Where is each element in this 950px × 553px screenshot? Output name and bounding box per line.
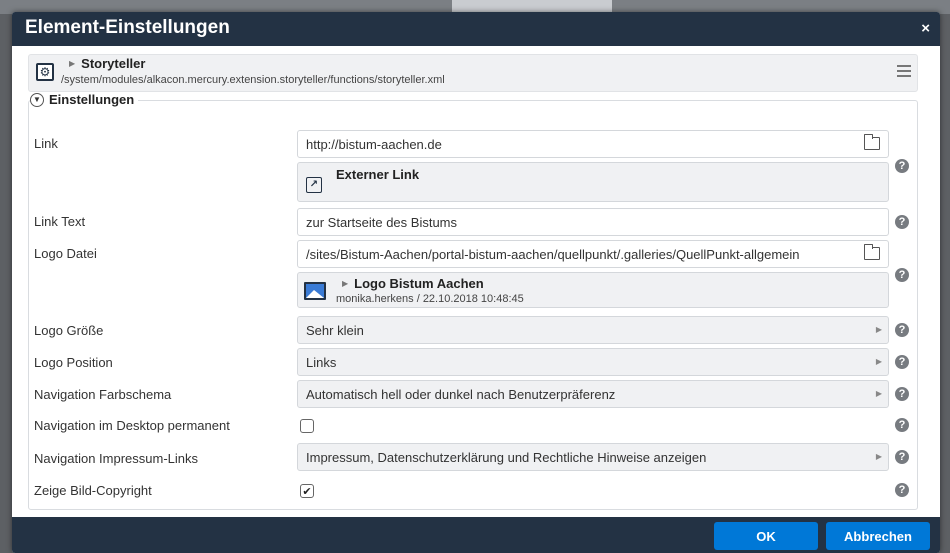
expand-triangle-icon: ▶: [342, 279, 349, 288]
logo-preview-title-text: Logo Bistum Aachen: [354, 276, 484, 291]
logo-position-select[interactable]: Links ▶: [297, 348, 889, 376]
nav-impressum-value: Impressum, Datenschutzerklärung und Rech…: [306, 450, 707, 465]
resource-info: ⚙ ▶ Storyteller /system/modules/alkacon.m…: [28, 54, 918, 92]
logo-preview-title[interactable]: ▶ Logo Bistum Aachen: [342, 276, 484, 291]
element-settings-dialog: Element-Einstellungen × ⚙ ▶ Storyteller /…: [12, 12, 940, 553]
logo-position-help-icon[interactable]: ?: [895, 355, 909, 369]
settings-legend[interactable]: ▼ Einstellungen: [30, 92, 139, 107]
gear-icon[interactable]: ⚙: [36, 63, 54, 81]
resource-title-text: Storyteller: [81, 56, 146, 71]
link-input[interactable]: http://bistum-aachen.de: [297, 130, 889, 158]
image-copyright-help-icon[interactable]: ?: [895, 483, 909, 497]
nav-impressum-select[interactable]: Impressum, Datenschutzerklärung und Rech…: [297, 443, 889, 471]
link-label: Link: [34, 136, 58, 151]
logo-file-help-icon[interactable]: ?: [895, 268, 909, 282]
dialog-title: Element-Einstellungen: [25, 17, 230, 38]
collapse-toggle-icon[interactable]: ▼: [30, 92, 44, 107]
logo-preview-meta: monika.herkens / 22.10.2018 10:48:45: [336, 293, 524, 305]
dialog-titlebar: Element-Einstellungen ×: [12, 12, 940, 46]
logo-position-label: Logo Position: [34, 355, 113, 370]
chevron-right-icon: ▶: [875, 452, 882, 461]
logo-preview-box: ▶ Logo Bistum Aachen monika.herkens / 22.…: [297, 272, 889, 308]
link-text-label: Link Text: [34, 214, 86, 229]
link-help-icon[interactable]: ?: [895, 159, 909, 173]
nav-desktop-label: Navigation im Desktop permanent: [34, 418, 230, 433]
logo-size-select[interactable]: Sehr klein ▶: [297, 316, 889, 344]
resource-path: /system/modules/alkacon.mercury.extensio…: [61, 74, 445, 86]
link-type-box: ↗ Externer Link: [297, 162, 889, 202]
folder-icon[interactable]: [863, 244, 880, 260]
legend-label: Einstellungen: [49, 92, 135, 107]
logo-size-label: Logo Größe: [34, 323, 104, 338]
chevron-right-icon: ▶: [875, 357, 882, 366]
nav-impressum-help-icon[interactable]: ?: [895, 450, 909, 464]
image-copyright-label: Zeige Bild-Copyright: [34, 483, 152, 498]
menu-icon[interactable]: [897, 65, 911, 77]
nav-desktop-help-icon[interactable]: ?: [895, 418, 909, 432]
close-button[interactable]: ×: [921, 20, 930, 37]
logo-file-value: /sites/Bistum-Aachen/portal-bistum-aache…: [306, 247, 800, 262]
logo-position-value: Links: [306, 355, 337, 370]
nav-color-scheme-select[interactable]: Automatisch hell oder dunkel nach Benutz…: [297, 380, 889, 408]
link-text-value: zur Startseite des Bistums: [306, 215, 457, 230]
nav-impressum-label: Navigation Impressum-Links: [34, 451, 199, 466]
cancel-button[interactable]: Abbrechen: [826, 522, 930, 550]
image-icon: [304, 282, 326, 300]
nav-color-scheme-label: Navigation Farbschema: [34, 387, 172, 402]
nav-color-scheme-help-icon[interactable]: ?: [895, 387, 909, 401]
nav-color-scheme-value: Automatisch hell oder dunkel nach Benutz…: [306, 387, 616, 402]
dialog-content: ⚙ ▶ Storyteller /system/modules/alkacon.m…: [12, 46, 940, 517]
nav-desktop-checkbox[interactable]: [300, 419, 314, 433]
ok-button[interactable]: OK: [714, 522, 818, 550]
logo-size-value: Sehr klein: [306, 323, 364, 338]
link-text-help-icon[interactable]: ?: [895, 215, 909, 229]
logo-file-input[interactable]: /sites/Bistum-Aachen/portal-bistum-aache…: [297, 240, 889, 268]
link-type-label: Externer Link: [336, 167, 420, 182]
chevron-right-icon: ▶: [875, 389, 882, 398]
logo-size-help-icon[interactable]: ?: [895, 323, 909, 337]
external-link-icon: ↗: [306, 177, 322, 193]
folder-icon[interactable]: [863, 134, 880, 150]
chevron-right-icon: ▶: [875, 325, 882, 334]
expand-triangle-icon: ▶: [69, 59, 76, 68]
resource-title[interactable]: ▶ Storyteller: [69, 56, 145, 71]
dialog-footer: OK Abbrechen: [12, 517, 940, 553]
logo-file-label: Logo Datei: [34, 246, 97, 261]
image-copyright-checkbox[interactable]: ✔: [300, 484, 314, 498]
link-value: http://bistum-aachen.de: [306, 137, 442, 152]
link-text-input[interactable]: zur Startseite des Bistums: [297, 208, 889, 236]
